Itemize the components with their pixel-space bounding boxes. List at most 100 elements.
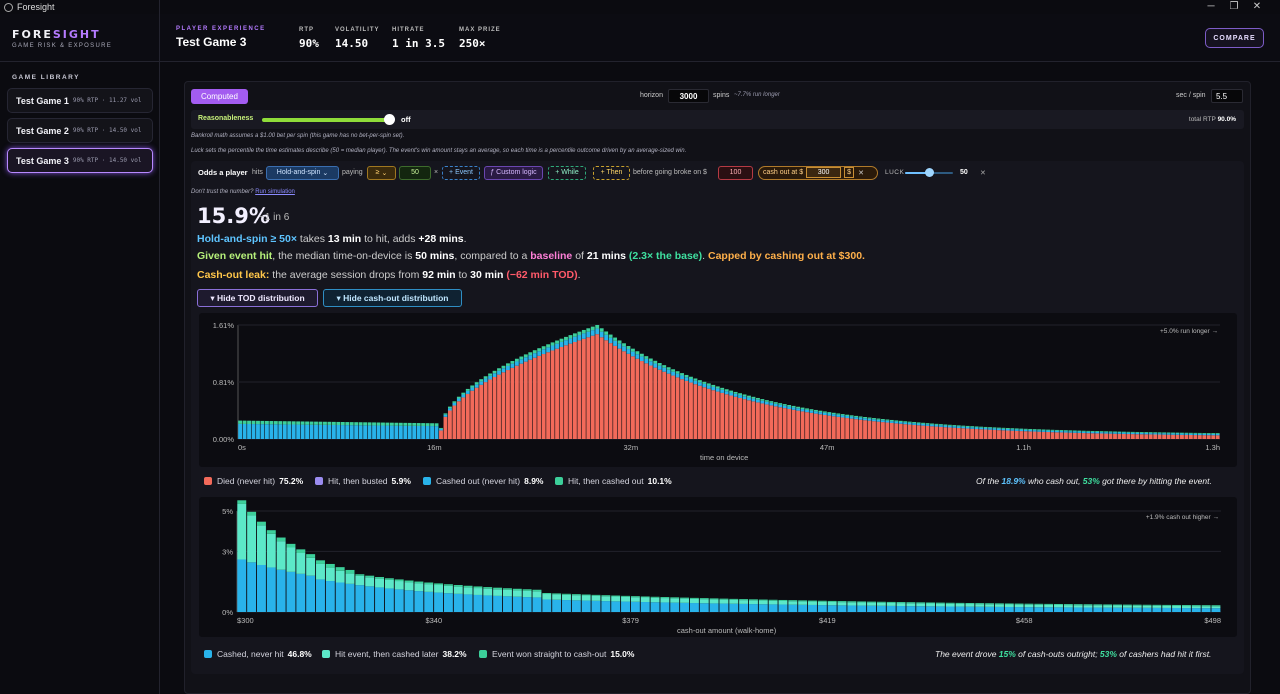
bar-hit-cashed [1032, 429, 1037, 431]
bar-hit-cashed-later [729, 599, 739, 604]
luck-knob[interactable] [924, 168, 934, 177]
run-simulation-link[interactable]: Run simulation [255, 189, 295, 195]
bar-hit-cashed [787, 405, 792, 407]
bar-cashed [845, 416, 850, 419]
threshold-input[interactable]: 50 [399, 165, 431, 180]
computed-button[interactable]: Computed [191, 89, 248, 104]
bar-cashed-never-hit [483, 595, 493, 612]
bar-event-straight [896, 602, 906, 604]
bar-hit-cashed [1108, 431, 1113, 433]
bar-hit-cashed [751, 396, 756, 399]
clear-icon[interactable]: ✕ [980, 165, 986, 180]
text: of cashers had hit it first. [1116, 649, 1212, 659]
luck-slider[interactable] [905, 165, 953, 180]
bar-hit-cashed [818, 410, 823, 413]
text: to [455, 269, 471, 281]
compare-button[interactable]: COMPARE [1205, 28, 1264, 48]
bar-died [541, 354, 546, 439]
custom-logic-button[interactable]: ƒ Custom logic [484, 165, 543, 180]
bar-cashed [264, 424, 269, 439]
bar-cashed [854, 417, 859, 420]
luck-value: 50 [960, 169, 968, 176]
text: , the median time-on-device is [272, 250, 416, 262]
currency-toggle[interactable]: $ [844, 167, 855, 178]
baseline-time: 21 mins [586, 250, 626, 262]
bar-event-straight [394, 579, 404, 582]
operator-select[interactable]: ≥ ⌄ [367, 165, 396, 180]
bar-hit-cashed-later [788, 601, 798, 605]
bar-hit-cashed-later [1142, 605, 1152, 608]
bar-cashed [863, 418, 867, 421]
bar-died [840, 417, 845, 439]
bar-hit-cashed-later [434, 585, 444, 593]
sec-per-spin-input[interactable]: 5.5 [1211, 89, 1243, 103]
reasonableness-slider[interactable] [262, 118, 389, 122]
bar-died [1206, 435, 1211, 439]
bar-event-straight [837, 601, 847, 603]
bar-hit-cashed-later [1063, 605, 1073, 608]
bar-event-straight [581, 594, 591, 596]
bar-hit-cashed [938, 424, 943, 426]
bar-hit-cashed-later [1103, 605, 1113, 608]
bar-cashed-never-hit [493, 595, 503, 612]
bar-died [590, 335, 595, 439]
bar-cashed-never-hit [1024, 607, 1034, 612]
bar-cashed-never-hit [316, 579, 325, 612]
bar-cashed [586, 331, 591, 338]
bar-died [742, 399, 747, 439]
bar-event-straight [1152, 604, 1162, 606]
bar-died [1099, 433, 1104, 439]
game-card-3[interactable]: Test Game 3 90% RTP · 14.50 vol [7, 148, 153, 173]
bar-died [470, 390, 475, 439]
hide-tod-button[interactable]: ▾ Hide TOD distribution [197, 289, 318, 307]
hide-cashout-label: Hide cash-out distribution [343, 293, 449, 303]
bar-hit-cashed [461, 392, 466, 395]
horizon-input[interactable]: 3000 [668, 89, 709, 103]
bar-died [818, 414, 823, 439]
bar-hit-cashed [965, 425, 970, 427]
bar-hit-cashed [1014, 428, 1019, 430]
bar-cashed [291, 424, 296, 439]
bar-hit-cashed [1193, 432, 1198, 434]
bar-died [872, 421, 876, 439]
add-event-button[interactable]: + Event [442, 165, 480, 180]
then-button[interactable]: + Then [593, 165, 630, 180]
bar-hit-cashed-later [926, 603, 936, 607]
event-select[interactable]: Hold-and-spin ⌄ [266, 165, 339, 180]
text: who cash out, [1025, 476, 1083, 486]
bar-died [889, 422, 894, 439]
while-button[interactable]: + While [548, 165, 586, 180]
hide-cashout-button[interactable]: ▾ Hide cash-out distribution [323, 289, 462, 307]
legend-value: 15.0% [610, 649, 635, 659]
bar-cashed [814, 411, 818, 414]
game-card-2[interactable]: Test Game 2 90% RTP · 14.50 vol [7, 118, 153, 143]
reasonableness-knob[interactable] [384, 114, 395, 125]
bar-event-straight [404, 580, 414, 583]
bar-cashed [394, 425, 399, 439]
bar-hit-cashed [961, 425, 966, 427]
bar-cashed [376, 425, 381, 439]
cashout-input[interactable]: 300 [806, 167, 842, 178]
bar-cashed [403, 425, 408, 439]
bar-hit-cashed-later [876, 602, 886, 606]
close-icon[interactable]: ✕ [1234, 0, 1280, 14]
bar-hit-cashed-later [404, 582, 414, 591]
bar-cashed [1019, 429, 1024, 432]
x-tick-label: 47m [820, 443, 835, 452]
bar-cashed [278, 424, 283, 439]
remove-cashout-icon[interactable]: ✕ [858, 169, 864, 177]
bar-hit-cashed [608, 334, 613, 338]
bar-hit-cashed-later [916, 603, 926, 607]
bar-event-straight [640, 596, 650, 598]
bar-cashed [528, 355, 533, 360]
bar-hit-cashed [550, 342, 555, 346]
bar-hit-cashed-later [483, 588, 493, 596]
bar-died [974, 429, 979, 439]
bar-cashed-never-hit [1083, 607, 1093, 612]
bar-died [492, 377, 497, 439]
bankroll-input[interactable]: 100 [718, 165, 753, 180]
bar-hit-cashed-later [1093, 605, 1103, 608]
bar-hit-cashed [930, 423, 934, 425]
bar-event-straight [827, 600, 837, 602]
game-card-1[interactable]: Test Game 1 90% RTP · 11.27 vol [7, 88, 153, 113]
